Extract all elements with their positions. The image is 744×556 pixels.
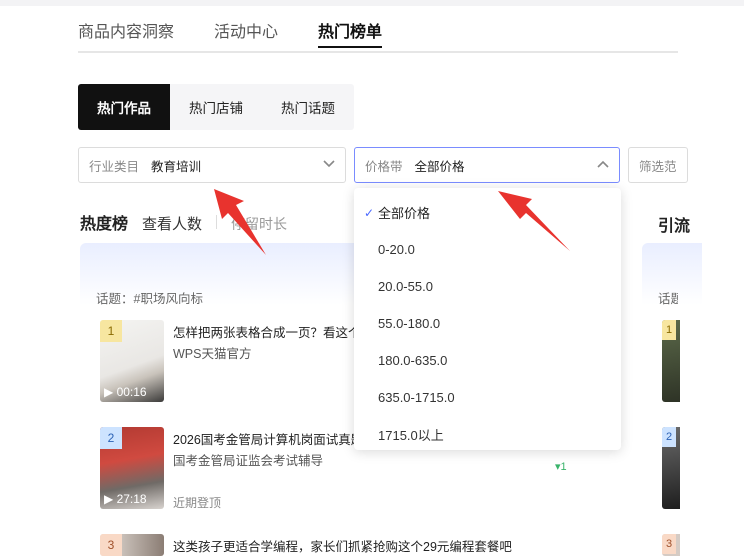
rank-title: 热度榜 — [80, 216, 129, 233]
check-icon: ✓ — [364, 205, 375, 220]
price-option-label: 全部价格 — [378, 206, 431, 221]
industry-select[interactable]: 行业类目 教育培训 — [78, 147, 346, 183]
price-range-dropdown: ✓ 全部价格 0-20.0 20.0-55.0 55.0-180.0 180.0… — [354, 188, 621, 450]
annotation-arrow-right — [498, 191, 570, 251]
video-thumbnail[interactable]: 1 ▶ 00:16 — [100, 320, 164, 402]
price-option[interactable]: 55.0-180.0 — [354, 305, 621, 342]
video-title[interactable]: 2026国考金管局计算机岗面试真题 — [173, 429, 363, 448]
tab-hot-rankings[interactable]: 热门榜单 — [318, 18, 383, 48]
chevron-down-icon — [323, 159, 335, 171]
rank-change: ▾1 — [555, 461, 567, 473]
right-column-title: 引流 — [658, 218, 691, 235]
rank-badge: 3 — [100, 534, 122, 556]
rank-badge: 1 — [100, 320, 122, 342]
tab-view-count[interactable]: 查看人数 — [142, 213, 202, 234]
price-option-label: 180.0-635.0 — [378, 353, 448, 368]
ranking-type-segment: 热门作品 热门店铺 热门话题 — [78, 84, 354, 130]
price-option-label: 55.0-180.0 — [378, 316, 441, 331]
right-video-thumbnail[interactable]: 2 — [662, 427, 680, 509]
video-author[interactable]: 国考金管局证监会考试辅导 — [173, 450, 323, 469]
price-range-select-value: 全部价格 — [414, 159, 465, 174]
price-option-label: 0-20.0 — [378, 242, 415, 257]
tab-activity-center[interactable]: 活动中心 — [214, 18, 278, 48]
right-video-thumbnail[interactable]: 3 — [662, 534, 680, 556]
video-title[interactable]: 怎样把两张表格合成一页？看这个 — [173, 322, 361, 341]
top-nav: 商品内容洞察 活动中心 热门榜单 — [78, 18, 383, 48]
price-option[interactable]: 0-20.0 — [354, 231, 621, 268]
price-option[interactable]: 635.0-1715.0 — [354, 379, 621, 416]
rank-badge: 2 — [662, 427, 676, 447]
price-option-label: 20.0-55.0 — [378, 279, 433, 294]
screen-select-label: 筛选范 — [639, 159, 677, 174]
tab-product-insight[interactable]: 商品内容洞察 — [78, 18, 174, 48]
price-option[interactable]: 180.0-635.0 — [354, 342, 621, 379]
nav-divider — [78, 51, 678, 53]
chevron-up-icon — [597, 159, 609, 171]
rank-badge: 3 — [662, 534, 676, 554]
price-option-label: 635.0-1715.0 — [378, 390, 455, 405]
video-title[interactable]: 这类孩子更适合学编程，家长们抓紧抢购这个29元编程套餐吧 — [173, 536, 512, 555]
screen-select[interactable]: 筛选范 — [628, 147, 688, 183]
topic-label: 话题：#职场风向标 — [96, 292, 203, 306]
price-option[interactable]: 20.0-55.0 — [354, 268, 621, 305]
video-duration: ▶ 00:16 — [104, 385, 147, 399]
price-option-label: 1715.0以上 — [378, 428, 444, 443]
price-option-all[interactable]: ✓ 全部价格 — [354, 194, 621, 231]
video-thumbnail[interactable]: 2 ▶ 27:18 — [100, 427, 164, 509]
rank-badge: 1 — [662, 320, 676, 340]
price-range-select[interactable]: 价格带 全部价格 — [354, 147, 620, 183]
video-duration: ▶ 27:18 — [104, 492, 147, 506]
segment-hot-shops[interactable]: 热门店铺 — [170, 84, 262, 130]
segment-hot-works[interactable]: 热门作品 — [78, 84, 170, 130]
video-author[interactable]: WPS天猫官方 — [173, 343, 251, 362]
top-strip — [0, 0, 744, 6]
right-topic-label: 话题 — [658, 292, 678, 306]
annotation-arrow-left — [214, 189, 266, 255]
price-range-select-label: 价格带 — [365, 159, 403, 174]
right-video-thumbnail[interactable]: 1 — [662, 320, 680, 402]
rank-status: 近期登顶 — [173, 496, 222, 510]
segment-hot-topics[interactable]: 热门话题 — [262, 84, 354, 130]
industry-select-value: 教育培训 — [151, 159, 202, 174]
rank-badge: 2 — [100, 427, 122, 449]
industry-select-label: 行业类目 — [89, 159, 140, 174]
video-thumbnail[interactable]: 3 — [100, 534, 164, 556]
price-option[interactable]: 1715.0以上 — [354, 416, 621, 453]
